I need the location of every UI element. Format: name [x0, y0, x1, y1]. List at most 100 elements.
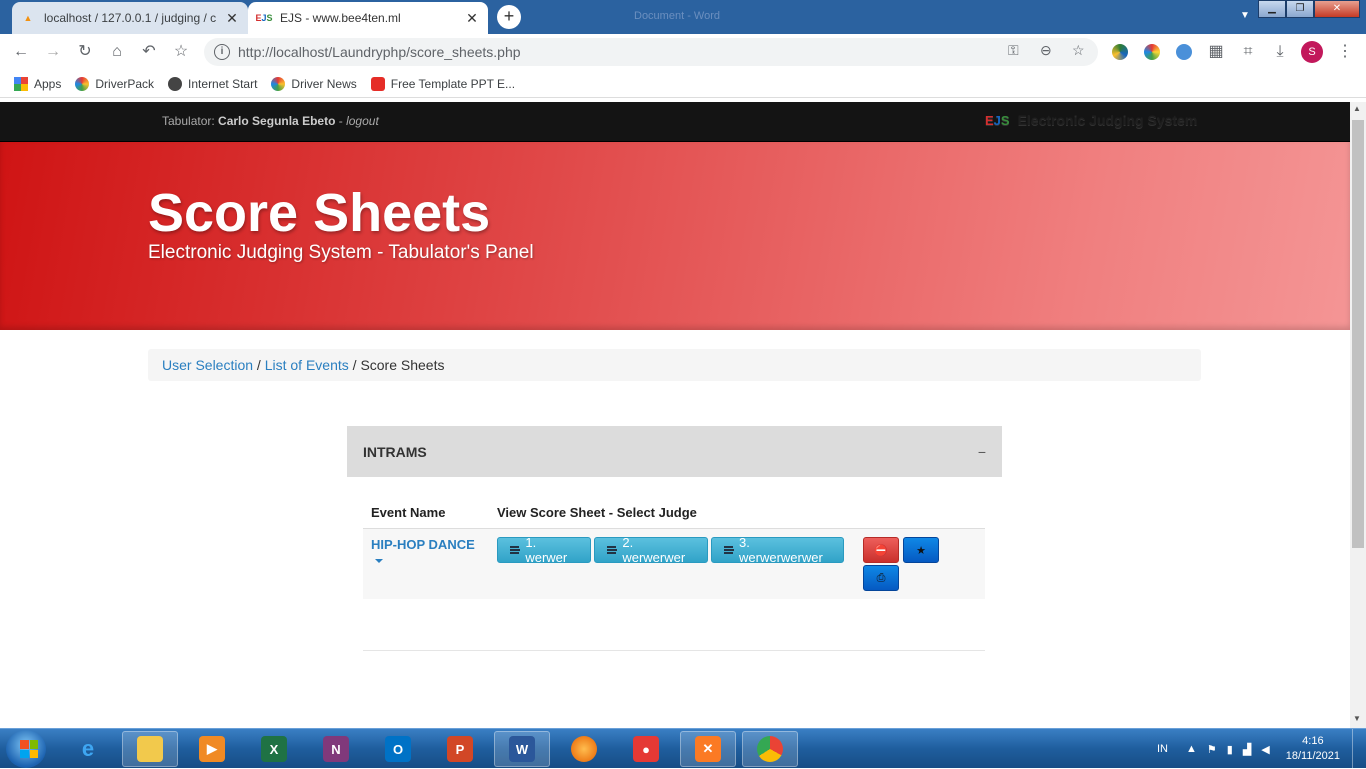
reload-icon[interactable]: ↻: [74, 41, 96, 63]
explorer-taskbar-button[interactable]: [122, 731, 178, 767]
back-icon[interactable]: ←: [10, 41, 32, 63]
page-scrollbar[interactable]: ▲ ▼: [1350, 102, 1366, 728]
firefox-taskbar-button[interactable]: [556, 731, 612, 767]
xampp-taskbar-button[interactable]: ✕: [680, 731, 736, 767]
clock-date: 18/11/2021: [1285, 750, 1340, 762]
judge-button-3[interactable]: 3. werwerwerwer: [710, 535, 844, 565]
network-icon[interactable]: ▟: [1243, 743, 1251, 756]
onenote-taskbar-button[interactable]: N: [308, 731, 364, 767]
bookmark-free-template[interactable]: Free Template PPT E...: [370, 76, 515, 91]
excel-taskbar-button[interactable]: X: [246, 731, 302, 767]
bookmark-internet-start[interactable]: Internet Start: [168, 76, 257, 91]
extension-globe-icon[interactable]: [1112, 44, 1128, 60]
app-taskbar-button[interactable]: ●: [618, 731, 674, 767]
powerpoint-taskbar-button[interactable]: P: [432, 731, 488, 767]
media-player-icon: ▶: [199, 736, 225, 762]
print-button[interactable]: ⎙: [863, 565, 899, 591]
zoom-icon[interactable]: ⊖: [1040, 42, 1052, 59]
actions-cell: ⛔ ★ ⎙: [855, 528, 985, 599]
scroll-down-icon[interactable]: ▼: [1353, 714, 1361, 723]
menu-icon[interactable]: ⋮: [1334, 41, 1356, 63]
outlook-icon: O: [385, 736, 411, 762]
event-panel: INTRAMS − Event Name View Score Sheet - …: [347, 426, 1002, 599]
bookmark-star-icon[interactable]: ☆: [170, 41, 192, 63]
new-tab-button[interactable]: +: [497, 5, 521, 29]
media-player-taskbar-button[interactable]: ▶: [184, 731, 240, 767]
event-dropdown[interactable]: HIP-HOP DANCE: [371, 537, 475, 567]
browser-toolbar: ← → ↻ ⌂ ↶ ☆ i http://localhost/Laundryph…: [0, 34, 1366, 70]
judge-button-2[interactable]: 2. werwerwer: [593, 535, 708, 565]
word-taskbar-button[interactable]: W: [494, 731, 550, 767]
chevron-down-icon[interactable]: ▼: [1240, 10, 1250, 21]
scroll-thumb[interactable]: [1352, 120, 1364, 548]
show-desktop-button[interactable]: [1352, 729, 1366, 769]
excel-icon: X: [261, 736, 287, 762]
scroll-up-icon[interactable]: ▲: [1353, 104, 1361, 113]
clock[interactable]: 4:16 18/11/2021: [1286, 734, 1340, 764]
language-indicator[interactable]: IN: [1157, 743, 1168, 755]
bookmarks-bar: Apps DriverPack Internet Start Driver Ne…: [0, 70, 1366, 98]
table-row: HIP-HOP DANCE 1. werwer 2. werwerwer 3. …: [363, 528, 985, 599]
close-icon[interactable]: ✕: [464, 10, 480, 27]
home-icon[interactable]: ⌂: [106, 41, 128, 63]
column-header: View Score Sheet - Select Judge: [489, 497, 985, 529]
hero-banner: Score Sheets Electronic Judging System -…: [0, 142, 1350, 330]
apps-grid-icon[interactable]: ▦: [1205, 41, 1227, 63]
maximize-button[interactable]: ❐: [1286, 0, 1314, 18]
info-icon[interactable]: i: [214, 44, 230, 60]
driverpack-icon: [75, 76, 90, 91]
bookmark-driver-news[interactable]: Driver News: [271, 76, 357, 91]
windows-taskbar: e ▶ X N O P W ● ✕ IN ▲ ⚑ ▮ ▟ ◀ 4:16 18/1…: [0, 728, 1366, 769]
judge-label: 2. werwerwer: [622, 535, 686, 565]
panel-heading[interactable]: INTRAMS −: [347, 426, 1002, 477]
forward-icon[interactable]: →: [42, 41, 64, 63]
bookmark-driverpack[interactable]: DriverPack: [75, 76, 154, 91]
battery-icon[interactable]: ▮: [1227, 743, 1233, 756]
star-button[interactable]: ★: [903, 537, 939, 563]
events-table: Event Name View Score Sheet - Select Jud…: [363, 497, 985, 599]
panel-body: Event Name View Score Sheet - Select Jud…: [347, 477, 1002, 599]
ie-taskbar-button[interactable]: e: [60, 731, 116, 767]
start-button[interactable]: [6, 730, 46, 768]
flag-icon[interactable]: ⚑: [1207, 743, 1217, 756]
browser-tab-strip: ▲ localhost / 127.0.0.1 / judging / c ✕ …: [0, 0, 1366, 34]
chrome-taskbar-button[interactable]: [742, 731, 798, 767]
powerpoint-icon: P: [447, 736, 473, 762]
close-icon[interactable]: ✕: [224, 10, 240, 27]
breadcrumb: User Selection / List of Events / Score …: [148, 349, 1201, 381]
brand-text: Electronic Judging System: [1017, 112, 1198, 128]
download-icon[interactable]: ⤓: [1269, 41, 1291, 63]
tab-ejs[interactable]: EJS EJS - www.bee4ten.ml ✕: [248, 2, 488, 34]
outlook-taskbar-button[interactable]: O: [370, 731, 426, 767]
collapse-button[interactable]: −: [978, 444, 986, 460]
user-prefix: Tabulator:: [162, 114, 215, 128]
folder-icon: [137, 736, 163, 762]
apps-icon: [14, 76, 28, 91]
bookmark-label: Driver News: [291, 76, 357, 91]
page-viewport: Tabulator: Carlo Segunla Ebeto - logout …: [0, 102, 1350, 728]
divider: [363, 650, 985, 651]
minimize-button[interactable]: ▁: [1258, 0, 1286, 18]
brand[interactable]: EJS Electronic Judging System: [985, 112, 1197, 128]
extension-color-icon[interactable]: [1144, 44, 1160, 60]
column-header: Event Name: [363, 497, 489, 529]
remove-button[interactable]: ⛔: [863, 537, 899, 563]
extension-bird-icon[interactable]: [1176, 44, 1192, 60]
address-bar[interactable]: i http://localhost/Laundryphp/score_shee…: [204, 38, 1098, 66]
undo-icon[interactable]: ↶: [138, 41, 160, 63]
show-hidden-icons-icon[interactable]: ▲: [1186, 743, 1197, 755]
judge-button-1[interactable]: 1. werwer: [497, 535, 591, 565]
url-text: http://localhost/Laundryphp/score_sheets…: [238, 44, 521, 60]
close-window-button[interactable]: ✕: [1314, 0, 1360, 18]
breadcrumb-user-selection[interactable]: User Selection: [162, 357, 253, 373]
star-icon[interactable]: ☆: [1072, 42, 1085, 59]
red-app-icon: ●: [633, 736, 659, 762]
volume-icon[interactable]: ◀: [1261, 743, 1269, 756]
key-icon[interactable]: ⚿: [1008, 42, 1019, 59]
bookmark-apps[interactable]: Apps: [14, 76, 61, 91]
profile-avatar[interactable]: S: [1301, 41, 1323, 63]
logout-link[interactable]: logout: [346, 114, 379, 128]
breadcrumb-list-of-events[interactable]: List of Events: [265, 357, 349, 373]
crop-icon[interactable]: ⌗: [1237, 41, 1259, 63]
tab-phpmyadmin[interactable]: ▲ localhost / 127.0.0.1 / judging / c ✕: [12, 2, 248, 34]
